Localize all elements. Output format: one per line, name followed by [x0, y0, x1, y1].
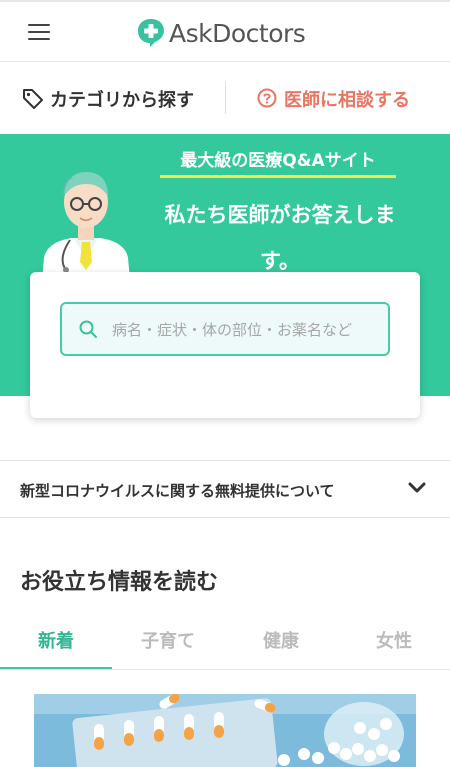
search-card: 病名・症状・体の部位・お薬名など	[30, 272, 420, 418]
hero-subtitle: 最大級の医療Q&Aサイト	[160, 146, 396, 178]
sub-navigation: カテゴリから探す 医師に相談する	[0, 62, 450, 134]
hero-title: 私たち医師がお答えしま す。	[150, 192, 410, 284]
search-input[interactable]: 病名・症状・体の部位・お薬名など	[60, 302, 390, 356]
consult-doctor-label: 医師に相談する	[284, 90, 410, 111]
article-tabs: 新着 子育て 健康 女性	[0, 614, 450, 670]
logo[interactable]: AskDoctors	[137, 16, 306, 50]
covid-notice-accordion[interactable]: 新型コロナウイルスに関する無料提供について	[0, 460, 450, 518]
chevron-down-icon	[408, 482, 426, 493]
section-title: お役立ち情報を読む	[20, 570, 219, 595]
article-thumbnail[interactable]	[34, 694, 416, 767]
doctor-illustration	[42, 172, 130, 280]
tabs-divider	[0, 669, 450, 670]
tag-icon	[23, 89, 43, 109]
tab-health[interactable]: 健康	[225, 614, 337, 670]
logo-text: AskDoctors	[169, 18, 306, 48]
search-placeholder: 病名・症状・体の部位・お薬名など	[112, 320, 353, 339]
hero-title-line-1: 私たち医師がお答えしま	[164, 203, 396, 227]
covid-notice-text: 新型コロナウイルスに関する無料提供について	[20, 482, 335, 500]
tab-parenting[interactable]: 子育て	[112, 614, 224, 670]
consult-doctor-link[interactable]: 医師に相談する	[256, 86, 410, 112]
search-icon	[79, 320, 97, 338]
top-header: AskDoctors	[0, 0, 450, 62]
category-search-link[interactable]: カテゴリから探す	[22, 86, 194, 112]
tab-women[interactable]: 女性	[338, 614, 450, 670]
category-search-label: カテゴリから探す	[50, 90, 194, 111]
logo-mark-icon	[138, 19, 164, 47]
question-bubble-icon	[257, 88, 277, 108]
tab-new[interactable]: 新着	[0, 614, 112, 670]
menu-icon[interactable]	[28, 24, 50, 40]
subnav-divider	[225, 82, 226, 114]
